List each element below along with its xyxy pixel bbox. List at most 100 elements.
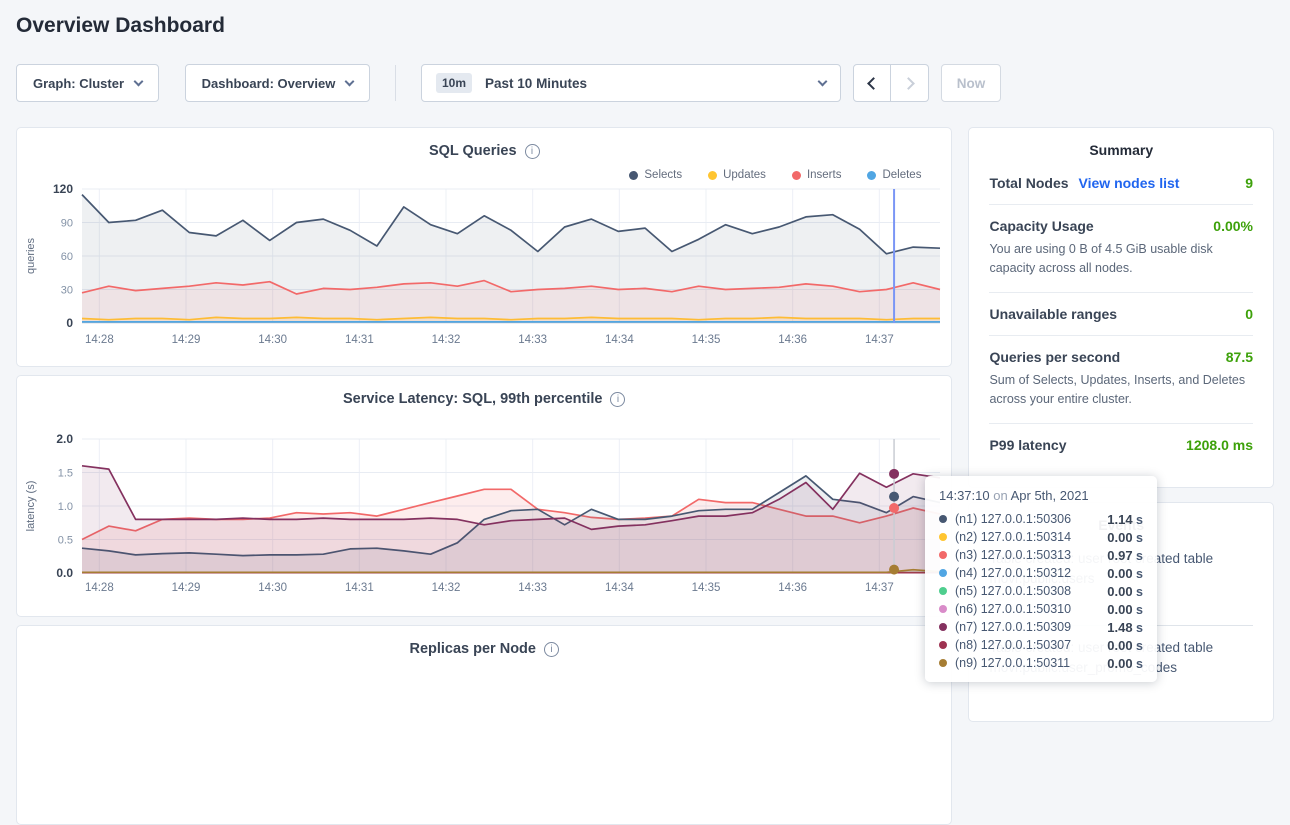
summary-panel: Summary Total Nodes View nodes list 9 Ca… — [968, 127, 1274, 488]
svg-text:14:31: 14:31 — [345, 582, 374, 594]
tooltip-time: 14:37:10 — [939, 488, 990, 503]
legend-dot — [629, 171, 638, 180]
info-icon[interactable]: i — [544, 642, 559, 657]
svg-text:30: 30 — [61, 285, 73, 297]
chart-title-sql-queries: SQL Queries — [429, 143, 517, 159]
total-nodes-value: 9 — [1245, 175, 1253, 191]
tooltip-conjunction: on — [993, 488, 1007, 503]
svg-text:0.5: 0.5 — [58, 535, 73, 547]
legend-item-updates[interactable]: Updates — [708, 167, 766, 183]
time-prev-button[interactable] — [853, 64, 891, 102]
svg-text:14:37: 14:37 — [865, 334, 894, 346]
chart-title-replicas-per-node: Replicas per Node — [409, 641, 536, 657]
svg-text:14:35: 14:35 — [692, 582, 721, 594]
node-latency: 0.00 s — [1107, 602, 1143, 617]
unavailable-ranges-value: 0 — [1245, 306, 1253, 322]
node-address: (n3) 127.0.0.1:50313 — [955, 548, 1099, 562]
node-latency: 0.00 s — [1107, 656, 1143, 671]
graph-dropdown-label: Graph: Cluster — [33, 76, 124, 91]
legend-item-inserts[interactable]: Inserts — [792, 167, 842, 183]
tooltip-node-row: (n1) 127.0.0.1:503061.14 s — [939, 510, 1143, 528]
summary-row-p99-latency: P99 latency 1208.0 ms — [989, 423, 1253, 466]
sql-queries-header: SQL Queries i — [17, 143, 951, 159]
svg-text:14:30: 14:30 — [258, 582, 287, 594]
node-color-dot — [939, 551, 947, 559]
replicas-header: Replicas per Node i — [17, 641, 951, 657]
tooltip-node-row: (n4) 127.0.0.1:50312 0.00 s — [939, 564, 1143, 582]
sql-queries-card: SQL Queries i Selects Updates Inserts Delet… — [16, 127, 952, 367]
qps-value: 87.5 — [1226, 349, 1253, 365]
node-color-dot — [939, 623, 947, 631]
svg-text:60: 60 — [61, 251, 73, 263]
svg-text:1.0: 1.0 — [58, 501, 73, 513]
toolbar-divider — [395, 65, 396, 101]
time-next-button[interactable] — [891, 64, 929, 102]
node-address: (n4) 127.0.0.1:50312 — [955, 566, 1099, 580]
graph-dropdown[interactable]: Graph: Cluster — [16, 64, 159, 102]
chart-hover-tooltip: 14:37:10 on Apr 5th, 2021 (n1) 127.0.0.1… — [925, 476, 1157, 682]
node-latency: 1.48 s — [1107, 620, 1143, 635]
svg-text:14:28: 14:28 — [85, 582, 114, 594]
node-address: (n9) 127.0.0.1:50311 — [955, 656, 1099, 670]
tooltip-date: Apr 5th, 2021 — [1011, 488, 1089, 503]
svg-text:latency (s): latency (s) — [25, 481, 37, 532]
node-color-dot — [939, 515, 947, 523]
svg-text:14:32: 14:32 — [432, 582, 461, 594]
node-color-dot — [939, 533, 947, 541]
view-nodes-list-link[interactable]: View nodes list — [1079, 175, 1180, 191]
summary-row-total-nodes: Total Nodes View nodes list 9 — [989, 162, 1253, 204]
legend-dot — [708, 171, 717, 180]
svg-text:14:29: 14:29 — [172, 334, 201, 346]
tooltip-node-row: (n3) 127.0.0.1:50313 0.97 s — [939, 546, 1143, 564]
dashboard-dropdown[interactable]: Dashboard: Overview — [185, 64, 370, 102]
svg-text:90: 90 — [61, 218, 73, 230]
p99-latency-label: P99 latency — [989, 437, 1066, 453]
svg-text:14:30: 14:30 — [258, 334, 287, 346]
page-title: Overview Dashboard — [0, 0, 1290, 38]
svg-text:0.0: 0.0 — [57, 566, 74, 580]
legend-item-selects[interactable]: Selects — [629, 167, 682, 183]
svg-text:2.0: 2.0 — [57, 432, 74, 446]
time-range-dropdown[interactable]: 10m Past 10 Minutes — [421, 64, 841, 102]
legend-label: Deletes — [882, 169, 921, 181]
node-latency: 0.00 s — [1107, 566, 1143, 581]
unavailable-ranges-label: Unavailable ranges — [989, 306, 1117, 322]
chart-legend: Selects Updates Inserts Deletes — [17, 167, 921, 183]
qps-description: Sum of Selects, Updates, Inserts, and De… — [989, 371, 1253, 410]
svg-text:120: 120 — [53, 183, 73, 196]
toolbar: Graph: Cluster Dashboard: Overview 10m P… — [16, 64, 1274, 102]
tooltip-timestamp: 14:37:10 on Apr 5th, 2021 — [939, 488, 1143, 503]
now-button[interactable]: Now — [941, 64, 1001, 102]
node-latency: 0.00 s — [1107, 530, 1143, 545]
replicas-per-node-card: Replicas per Node i — [16, 625, 952, 825]
legend-item-deletes[interactable]: Deletes — [867, 167, 921, 183]
tooltip-node-row: (n9) 127.0.0.1:50311 0.00 s — [939, 654, 1143, 672]
svg-text:1.5: 1.5 — [58, 468, 73, 480]
node-address: (n7) 127.0.0.1:50309 — [955, 620, 1099, 634]
qps-label: Queries per second — [989, 349, 1120, 365]
legend-dot — [867, 171, 876, 180]
chevron-down-icon — [818, 77, 828, 87]
tooltip-rows: (n1) 127.0.0.1:503061.14 s(n2) 127.0.0.1… — [939, 510, 1143, 672]
legend-label: Selects — [644, 169, 682, 181]
info-icon[interactable]: i — [610, 392, 625, 407]
summary-title: Summary — [969, 128, 1273, 162]
time-range-label: Past 10 Minutes — [485, 76, 587, 91]
capacity-value: 0.00% — [1213, 218, 1253, 234]
legend-label: Inserts — [807, 169, 842, 181]
node-color-dot — [939, 659, 947, 667]
node-color-dot — [939, 569, 947, 577]
svg-text:14:33: 14:33 — [518, 334, 547, 346]
total-nodes-label: Total Nodes — [989, 175, 1068, 191]
chevron-down-icon — [134, 77, 144, 87]
info-icon[interactable]: i — [525, 144, 540, 159]
node-latency: 0.97 s — [1107, 548, 1143, 563]
summary-row-qps: Queries per second 87.5 Sum of Selects, … — [989, 335, 1253, 423]
sql-queries-chart[interactable]: 030609012014:2814:2914:3014:3114:3214:33… — [20, 183, 948, 351]
service-latency-chart[interactable]: 0.00.51.01.52.014:2814:2914:3014:3114:32… — [20, 429, 948, 599]
svg-text:14:34: 14:34 — [605, 582, 634, 594]
svg-text:14:36: 14:36 — [778, 582, 807, 594]
p99-latency-value: 1208.0 ms — [1186, 437, 1253, 453]
svg-text:queries: queries — [25, 237, 37, 274]
node-address: (n6) 127.0.0.1:50310 — [955, 602, 1099, 616]
